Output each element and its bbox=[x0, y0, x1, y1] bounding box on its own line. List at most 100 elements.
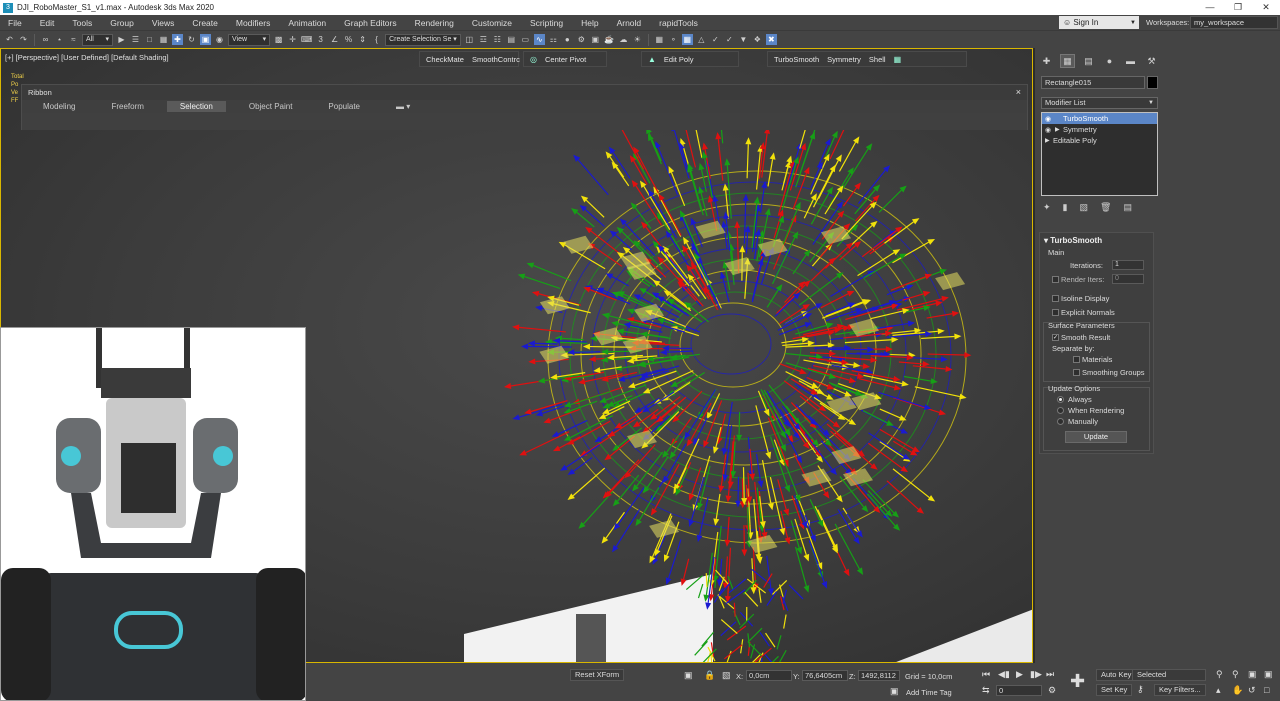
angle-snap-icon[interactable]: ∠ bbox=[329, 34, 340, 45]
menu-rapidtools[interactable]: rapidTools bbox=[650, 18, 707, 28]
key-filters-button[interactable]: Key Filters... bbox=[1154, 684, 1206, 696]
next-frame-icon[interactable]: ▮▶ bbox=[1030, 669, 1042, 680]
configure-sets-icon[interactable]: ▤ bbox=[1123, 202, 1132, 213]
render-iters-spinner[interactable]: 0 bbox=[1112, 274, 1144, 284]
reset-xform-button[interactable]: Reset XForm bbox=[570, 669, 625, 681]
rollout-title[interactable]: ▾ TurboSmooth bbox=[1044, 236, 1102, 245]
tab-freeform[interactable]: Freeform bbox=[98, 101, 156, 112]
menu-arnold[interactable]: Arnold bbox=[608, 18, 651, 28]
percent-snap-icon[interactable]: % bbox=[343, 34, 354, 45]
environment-icon[interactable]: ☀ bbox=[632, 34, 643, 45]
display-tab-icon[interactable]: ▬ bbox=[1123, 54, 1138, 68]
undo-icon[interactable]: ↶ bbox=[4, 34, 15, 45]
z-coordinate-field[interactable]: 1492,8112 bbox=[858, 670, 900, 681]
eye-icon[interactable]: ◉ bbox=[1045, 115, 1055, 123]
restore-icon[interactable]: ❐ bbox=[1224, 2, 1252, 13]
hierarchy-tab-icon[interactable]: ▤ bbox=[1081, 54, 1096, 68]
window-crossing-icon[interactable]: ▦ bbox=[158, 34, 169, 45]
center-pivot-button[interactable]: Center Pivot bbox=[545, 55, 586, 64]
material-editor-icon[interactable]: ● bbox=[562, 34, 573, 45]
ribbon-options-icon[interactable]: ▬ ▾ bbox=[383, 101, 423, 112]
y-coordinate-field[interactable]: 76,6405cm bbox=[802, 670, 848, 681]
rendered-frame-icon[interactable]: ▣ bbox=[590, 34, 601, 45]
smoothing-groups-checkbox[interactable] bbox=[1073, 369, 1080, 376]
utilities-tab-icon[interactable]: ⚒ bbox=[1144, 54, 1159, 68]
materials-checkbox[interactable] bbox=[1073, 356, 1080, 363]
select-manipulate-icon[interactable]: ✛ bbox=[287, 34, 298, 45]
object-color-swatch[interactable] bbox=[1147, 76, 1158, 89]
checker-icon[interactable]: ▦ bbox=[894, 55, 902, 64]
keyboard-shortcut-icon[interactable]: ⌨ bbox=[301, 34, 313, 45]
tab-modeling[interactable]: Modeling bbox=[30, 101, 88, 112]
redo-icon[interactable]: ↷ bbox=[18, 34, 29, 45]
selection-filter-select[interactable]: All ▾ bbox=[82, 33, 113, 46]
smooth-result-checkbox[interactable]: ✓ bbox=[1052, 334, 1059, 341]
midpoint-snap-icon[interactable]: ❖ bbox=[752, 34, 763, 45]
time-config-icon[interactable]: ⚙ bbox=[1048, 685, 1056, 696]
stack-item-editable-poly[interactable]: ▶ Editable Poly bbox=[1042, 135, 1157, 146]
scale-icon[interactable]: ▣ bbox=[199, 34, 211, 45]
stack-item-symmetry[interactable]: ◉ ▶ Symmetry bbox=[1042, 124, 1157, 135]
toggle-ribbon-icon[interactable]: ▭ bbox=[520, 34, 531, 45]
tab-populate[interactable]: Populate bbox=[315, 101, 373, 112]
iterations-spinner[interactable]: 1 bbox=[1112, 260, 1144, 270]
snap-options-icon[interactable]: ✖ bbox=[765, 34, 777, 45]
place-icon[interactable]: ◉ bbox=[214, 34, 225, 45]
unlink-icon[interactable]: ⋆ bbox=[54, 34, 65, 45]
current-frame-field[interactable]: 0 bbox=[996, 685, 1042, 696]
stack-item-turbosmooth[interactable]: ◉ TurboSmooth bbox=[1042, 113, 1157, 124]
set-key-button[interactable]: Set Key bbox=[1096, 684, 1133, 696]
go-to-end-icon[interactable]: ⏭ bbox=[1046, 669, 1054, 680]
checkmate-button[interactable]: CheckMate bbox=[426, 55, 464, 64]
mirror-icon[interactable]: ◫ bbox=[464, 34, 475, 45]
modifier-list-select[interactable]: Modifier List ▼ bbox=[1041, 97, 1158, 109]
key-mode-icon[interactable]: ⇆ bbox=[982, 685, 990, 696]
edit-named-selection-icon[interactable]: { bbox=[371, 34, 382, 45]
go-to-start-icon[interactable]: ⏮ bbox=[982, 669, 990, 680]
bind-spacewarp-icon[interactable]: ≈ bbox=[68, 34, 79, 45]
pivot-snap-icon[interactable]: ✓ bbox=[710, 34, 721, 45]
pan-icon[interactable]: ✋ bbox=[1232, 685, 1243, 696]
x-coordinate-field[interactable]: 0,0cm bbox=[746, 670, 792, 681]
set-key-plus-icon[interactable]: ✚ bbox=[1070, 671, 1085, 692]
schematic-view-icon[interactable]: ⚏ bbox=[548, 34, 559, 45]
motion-tab-icon[interactable]: ● bbox=[1102, 54, 1117, 68]
close-icon[interactable]: × bbox=[1016, 87, 1021, 97]
always-radio[interactable] bbox=[1057, 396, 1064, 403]
lock-icon[interactable]: 🔒 bbox=[704, 670, 715, 681]
close-window-icon[interactable]: ✕ bbox=[1252, 2, 1280, 13]
manually-radio[interactable] bbox=[1057, 418, 1064, 425]
zoom-extents-icon[interactable]: ▣ bbox=[1248, 669, 1257, 680]
render-iters-checkbox[interactable] bbox=[1052, 276, 1059, 283]
render-cloud-icon[interactable]: ☁ bbox=[618, 34, 629, 45]
align-icon[interactable]: ☲ bbox=[478, 34, 489, 45]
menu-animation[interactable]: Animation bbox=[279, 18, 335, 28]
maximize-viewport-icon[interactable]: □ bbox=[1264, 685, 1269, 695]
menu-help[interactable]: Help bbox=[572, 18, 607, 28]
show-end-result-icon[interactable]: ▮ bbox=[1063, 202, 1068, 213]
zoom-all-icon[interactable]: ⚲ bbox=[1232, 669, 1239, 680]
move-icon[interactable]: ✚ bbox=[171, 34, 183, 45]
key-selection-select[interactable]: Selected bbox=[1132, 669, 1206, 681]
menu-group[interactable]: Group bbox=[101, 18, 143, 28]
create-tab-icon[interactable]: ✚ bbox=[1039, 54, 1054, 68]
modify-tab-icon[interactable]: ▦ bbox=[1060, 54, 1075, 68]
isoline-display-checkbox[interactable] bbox=[1052, 295, 1059, 302]
make-unique-icon[interactable]: ▧ bbox=[1080, 202, 1089, 213]
turbosmooth-button[interactable]: TurboSmooth bbox=[774, 55, 819, 64]
minimize-icon[interactable]: — bbox=[1196, 2, 1224, 13]
menu-tools[interactable]: Tools bbox=[63, 18, 101, 28]
menu-file[interactable]: File bbox=[0, 18, 31, 28]
expand-arrow-icon[interactable]: ▶ bbox=[1055, 126, 1063, 133]
explicit-normals-checkbox[interactable] bbox=[1052, 309, 1059, 316]
viewport-label[interactable]: [+] [Perspective] [User Defined] [Defaul… bbox=[5, 53, 169, 62]
play-icon[interactable]: ▶ bbox=[1016, 669, 1023, 680]
spinner-snap-icon[interactable]: ⇕ bbox=[357, 34, 368, 45]
layer-explorer-icon[interactable]: ▤ bbox=[506, 34, 517, 45]
zoom-icon[interactable]: ⚲ bbox=[1216, 669, 1223, 680]
menu-customize[interactable]: Customize bbox=[463, 18, 521, 28]
smooth-button[interactable]: SmoothContrc bbox=[472, 55, 520, 64]
menu-rendering[interactable]: Rendering bbox=[406, 18, 463, 28]
symmetry-button[interactable]: Symmetry bbox=[827, 55, 861, 64]
select-by-name-icon[interactable]: ☰ bbox=[130, 34, 141, 45]
